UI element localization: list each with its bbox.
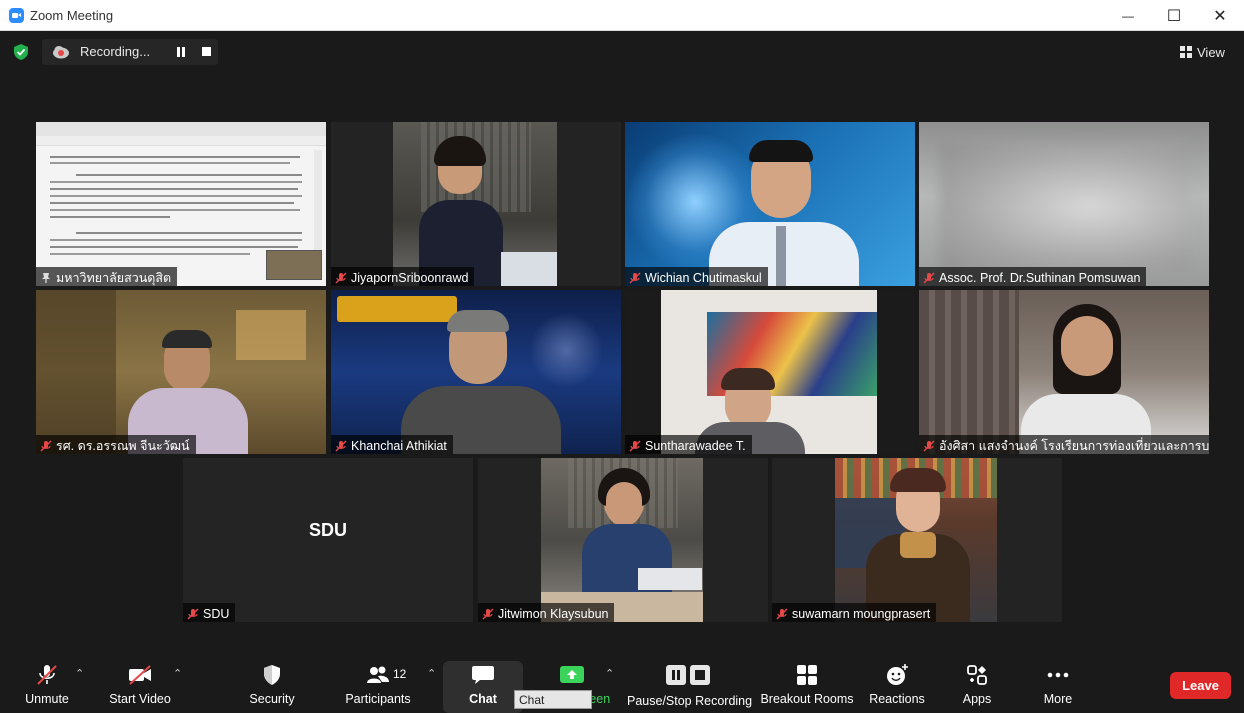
- meeting-area: Recording... View มหาวิทยาลัยสวนดุสิต Ji…: [0, 31, 1244, 655]
- shared-document-thumbnail: [36, 122, 326, 286]
- mic-muted-icon: [40, 440, 52, 451]
- mic-muted-icon: [482, 608, 494, 619]
- video-tile-suntharawadee[interactable]: Suntharawadee T.: [625, 290, 915, 454]
- participant-video: [331, 122, 621, 286]
- more-dots-icon: [1047, 672, 1069, 678]
- security-button[interactable]: Security: [240, 655, 304, 713]
- video-tile-screen-share[interactable]: มหาวิทยาลัยสวนดุสิต: [36, 122, 326, 286]
- video-tile-sdu[interactable]: SDU SDU: [183, 458, 473, 622]
- video-camera-off-icon: [129, 665, 151, 685]
- participant-name-label: Wichian Chutimaskul: [625, 267, 768, 286]
- video-options-caret[interactable]: ⌃: [173, 667, 183, 680]
- video-tile-khanchai[interactable]: Khanchai Athikiat: [331, 290, 621, 454]
- start-video-button[interactable]: Start Video: [104, 655, 176, 713]
- pause-stop-recording-button[interactable]: Pause/Stop Recording: [627, 655, 753, 713]
- participant-name-label: Jitwimon Klaysubun: [478, 603, 615, 622]
- video-tile-suthinan[interactable]: Assoc. Prof. Dr.Suthinan Pomsuwan: [919, 122, 1209, 286]
- participants-button[interactable]: Participants: [342, 655, 414, 713]
- meeting-toolbar: Unmute ⌃ Start Video ⌃ Security Particip…: [0, 655, 1244, 713]
- mic-muted-icon: [923, 272, 935, 283]
- unmute-label: Unmute: [25, 692, 69, 706]
- maximize-button[interactable]: ☐: [1151, 0, 1197, 31]
- more-label: More: [1043, 692, 1073, 706]
- participant-name-label: SDU: [183, 603, 236, 622]
- minimize-button[interactable]: —: [1105, 0, 1151, 31]
- participant-video: [331, 290, 621, 454]
- cloud-recording-icon: [53, 46, 69, 59]
- participant-name-label: suwamarn moungprasert: [772, 603, 937, 622]
- video-tile-suwamarn[interactable]: suwamarn moungprasert: [772, 458, 1062, 622]
- participant-video: [478, 458, 768, 622]
- participants-icon: [367, 666, 389, 683]
- mic-muted-icon: [776, 608, 788, 619]
- stop-recording-icon[interactable]: [202, 47, 211, 56]
- participant-name-label: JiyapornSriboonrawd: [331, 267, 475, 286]
- pin-icon: [42, 272, 50, 283]
- mic-muted-icon: [629, 440, 641, 451]
- breakout-rooms-icon: [797, 665, 817, 685]
- mic-muted-icon: [187, 608, 199, 619]
- view-label: View: [1197, 44, 1225, 60]
- window-title: Zoom Meeting: [30, 8, 114, 23]
- shield-check-icon[interactable]: [12, 43, 30, 61]
- video-tile-jitwimon[interactable]: Jitwimon Klaysubun: [478, 458, 768, 622]
- apps-label: Apps: [962, 692, 992, 706]
- participant-video: [625, 122, 915, 286]
- smiley-reaction-icon: [887, 664, 908, 685]
- video-tile-angsisa[interactable]: อังศิสา แสงจำนงค์ โรงเรียนการท่องเที่ยวแ…: [919, 290, 1209, 454]
- window-titlebar: Zoom Meeting — ☐ ✕: [0, 0, 1244, 31]
- recording-label: Recording...: [80, 44, 151, 59]
- pause-stop-recording-icon: [666, 665, 710, 685]
- zoom-app-icon: [9, 8, 24, 23]
- apps-button[interactable]: Apps: [950, 655, 1004, 713]
- start-video-label: Start Video: [109, 692, 171, 706]
- participant-name-label: Assoc. Prof. Dr.Suthinan Pomsuwan: [919, 267, 1147, 286]
- chat-button[interactable]: Chat: [446, 655, 520, 713]
- video-tile-wichian[interactable]: Wichian Chutimaskul: [625, 122, 915, 286]
- chat-bubble-icon: [472, 666, 494, 684]
- security-label: Security: [249, 692, 295, 706]
- breakout-rooms-label: Breakout Rooms: [760, 692, 854, 706]
- pause-stop-recording-label: Pause/Stop Recording: [627, 694, 753, 708]
- mic-muted-icon: [335, 440, 347, 451]
- close-window-button[interactable]: ✕: [1197, 0, 1243, 31]
- participants-label: Participants: [345, 692, 411, 706]
- participant-display-name: SDU: [308, 520, 347, 540]
- security-shield-icon: [264, 665, 280, 685]
- participant-name-label: รศ. ดร.อรรณพ จีนะวัฒน์: [36, 435, 196, 454]
- pause-recording-icon[interactable]: [176, 47, 186, 57]
- participants-options-caret[interactable]: ⌃: [427, 667, 437, 680]
- share-screen-icon: [560, 666, 584, 683]
- unmute-button[interactable]: Unmute: [16, 655, 78, 713]
- chat-tooltip: Chat: [514, 690, 592, 709]
- video-tile-ornanong[interactable]: รศ. ดร.อรรณพ จีนะวัฒน์: [36, 290, 326, 454]
- mic-muted-icon: [335, 272, 347, 283]
- recording-indicator: Recording...: [42, 39, 218, 65]
- audio-options-caret[interactable]: ⌃: [75, 667, 85, 680]
- participant-name-label: Khanchai Athikiat: [331, 435, 453, 454]
- participant-video: [36, 290, 326, 454]
- view-button[interactable]: View: [1180, 41, 1225, 63]
- participant-video: [772, 458, 1062, 622]
- chat-label: Chat: [469, 692, 497, 706]
- video-tile-jiyaporn[interactable]: JiyapornSriboonrawd: [331, 122, 621, 286]
- mic-muted-icon: [629, 272, 641, 283]
- grid-view-icon: [1180, 46, 1192, 58]
- participant-video: [625, 290, 915, 454]
- more-button[interactable]: More: [1030, 655, 1086, 713]
- participant-video: [919, 290, 1209, 454]
- participant-count-badge: 12: [393, 667, 407, 681]
- apps-icon: [967, 665, 987, 685]
- reactions-label: Reactions: [869, 692, 925, 706]
- leave-meeting-button[interactable]: Leave: [1170, 672, 1231, 699]
- mic-muted-icon: [923, 440, 935, 451]
- participant-video: [919, 122, 1209, 286]
- participant-name-label: มหาวิทยาลัยสวนดุสิต: [36, 267, 178, 286]
- participant-name-label: Suntharawadee T.: [625, 435, 752, 454]
- participant-name-label: อังศิสา แสงจำนงค์ โรงเรียนการท่องเที่ยวแ…: [919, 435, 1209, 454]
- share-options-caret[interactable]: ⌃: [605, 667, 615, 680]
- reactions-button[interactable]: Reactions: [866, 655, 928, 713]
- breakout-rooms-button[interactable]: Breakout Rooms: [760, 655, 854, 713]
- microphone-muted-icon: [37, 665, 57, 685]
